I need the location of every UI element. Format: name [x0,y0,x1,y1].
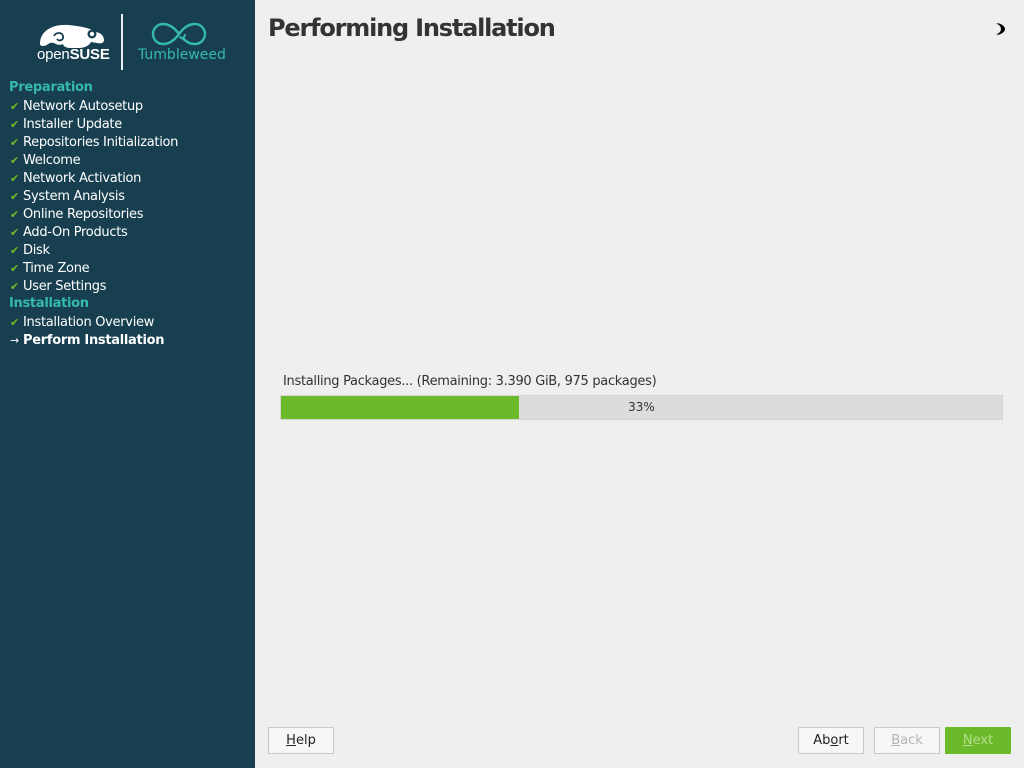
sidebar-step: ✔ System Analysis [10,188,125,206]
sidebar-step: ✔ Installer Update [10,116,122,134]
sidebar-step-label: Repositories Initialization [23,135,179,150]
sidebar-step-label: Network Autosetup [23,99,143,114]
checkmark-icon: ✔ [10,316,19,329]
sidebar-step: ✔ Repositories Initialization [10,134,178,152]
checkmark-icon: ✔ [10,226,19,239]
sidebar-step: ✔ Online Repositories [10,206,143,224]
sidebar-step-label: Network Activation [23,171,142,186]
tumbleweed-infinity-icon [151,22,207,46]
sidebar-step: ✔ Installation Overview [10,314,154,332]
next-button[interactable]: Next [945,727,1011,754]
sidebar-step: ✔ Network Activation [10,170,141,188]
checkmark-icon: ✔ [10,118,19,131]
progress-percent: 33% [628,400,655,414]
arrow-right-icon: → [10,334,19,347]
checkmark-icon: ✔ [10,190,19,203]
section-heading: Preparation [9,80,93,95]
opensuse-wordmark: openSUSE [37,46,110,63]
sidebar-step-label: Installation Overview [23,315,155,330]
checkmark-icon: ✔ [10,136,19,149]
sidebar-step-label: Add-On Products [23,225,128,240]
checkmark-icon: ✔ [10,100,19,113]
sidebar: openSUSE Tumbleweed Preparation ✔ Network … [0,0,255,768]
product-name: Tumbleweed [138,47,226,63]
sidebar-step-label: Perform Installation [23,333,165,348]
installation-progress-bar: 33% [280,395,1003,420]
progress-label: Installing Packages... (Remaining: 3.390… [283,374,657,389]
sidebar-step-label: User Settings [23,279,107,294]
sidebar-step: ✔ Network Autosetup [10,98,143,116]
sidebar-step-label: Installer Update [23,117,122,132]
section-heading: Installation [9,296,89,311]
checkmark-icon: ✔ [10,208,19,221]
sidebar-step-label: Welcome [23,153,81,168]
abort-button[interactable]: Abort [798,727,864,754]
page-title: Performing Installation [268,14,556,42]
sidebar-step: ✔ Welcome [10,152,81,170]
sidebar-step: ✔ Disk [10,242,50,260]
logo-divider [121,14,123,70]
sidebar-step-label: Online Repositories [23,207,144,222]
sidebar-step: → Perform Installation [10,332,164,350]
sidebar-step: ✔ Time Zone [10,260,90,278]
back-button[interactable]: Back [874,727,940,754]
checkmark-icon: ✔ [10,244,19,257]
half-moon-icon[interactable] [993,22,1007,36]
checkmark-icon: ✔ [10,172,19,185]
help-button[interactable]: Help [268,727,334,754]
checkmark-icon: ✔ [10,280,19,293]
checkmark-icon: ✔ [10,262,19,275]
sidebar-step: ✔ User Settings [10,278,106,296]
sidebar-step: ✔ Add-On Products [10,224,128,242]
checkmark-icon: ✔ [10,154,19,167]
logo-area: openSUSE Tumbleweed [0,0,255,78]
sidebar-step-label: System Analysis [23,189,125,204]
sidebar-step-label: Disk [23,243,50,258]
sidebar-step-label: Time Zone [23,261,90,276]
